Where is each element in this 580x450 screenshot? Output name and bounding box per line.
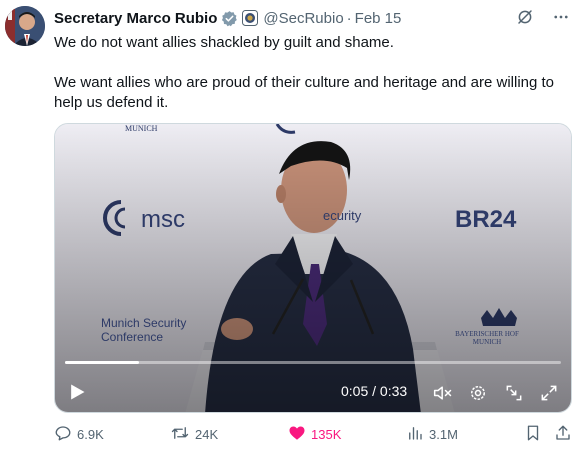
views-button[interactable]: 3.1M (406, 424, 458, 445)
backdrop-security: ecurity (323, 208, 362, 223)
backdrop-bayerischer-line: BAYERISCHER HOF (455, 330, 519, 338)
like-count: 135K (311, 427, 342, 442)
tweet-paragraph: We do not want allies shackled by guilt … (54, 34, 394, 51)
reply-count: 6.9K (77, 427, 104, 442)
author-name[interactable]: Secretary Marco Rubio (54, 10, 217, 27)
action-bar: 6.9K 24K 135K 3.1M (54, 424, 574, 450)
tweet-text: We do not want allies shackled by guilt … (54, 33, 574, 113)
bookmark-button[interactable] (524, 424, 542, 445)
reply-icon (54, 424, 72, 445)
bookmark-icon (524, 424, 542, 445)
backdrop-msc-conference: Munich Security Conference (101, 316, 186, 344)
backdrop-msc-conference-line: Munich Security (101, 316, 187, 330)
progress-fill (65, 361, 140, 364)
avatar[interactable] (5, 6, 45, 46)
video-frame (55, 124, 571, 412)
tweet-paragraph: We want allies who are proud of their cu… (54, 74, 555, 111)
share-button[interactable] (554, 424, 572, 445)
separator-dot: · (346, 9, 352, 27)
fullscreen-icon[interactable] (539, 383, 559, 403)
video-time: 0:05 / 0:33 (341, 383, 408, 399)
video-player[interactable]: MUNICH msc ecurity BR24 Munich Security … (54, 123, 572, 413)
views-count: 3.1M (429, 427, 458, 442)
verified-badge-icon (221, 10, 238, 27)
backdrop-msc-conference-line: Conference (101, 330, 164, 344)
repost-icon (170, 424, 190, 445)
backdrop-bayerischer-line: MUNICH (472, 338, 502, 346)
like-icon (288, 424, 306, 445)
more-icon[interactable] (552, 8, 570, 26)
backdrop-munich-top: MUNICH (125, 124, 158, 133)
backdrop-br24: BR24 (455, 206, 517, 233)
progress-bar[interactable] (65, 361, 561, 364)
settings-icon[interactable] (468, 383, 488, 403)
mute-icon[interactable] (432, 383, 454, 403)
tweet-date[interactable]: Feb 15 (355, 10, 402, 27)
repost-button[interactable]: 24K (170, 424, 218, 445)
repost-count: 24K (195, 427, 219, 442)
play-icon[interactable] (67, 382, 87, 402)
backdrop-bayerischer-hof: BAYERISCHER HOF MUNICH (442, 330, 532, 346)
reply-button[interactable]: 6.9K (54, 424, 104, 445)
minimize-icon[interactable] (504, 383, 524, 403)
grok-icon[interactable] (516, 8, 534, 26)
author-handle[interactable]: @SecRubio (263, 10, 343, 27)
share-icon (554, 424, 572, 445)
tweet-header: Secretary Marco Rubio @SecRubio · Feb 15 (54, 8, 570, 28)
views-icon (406, 424, 424, 445)
backdrop-msc: msc (141, 206, 185, 233)
like-button[interactable]: 135K (288, 424, 341, 445)
state-seal-icon (242, 10, 259, 26)
